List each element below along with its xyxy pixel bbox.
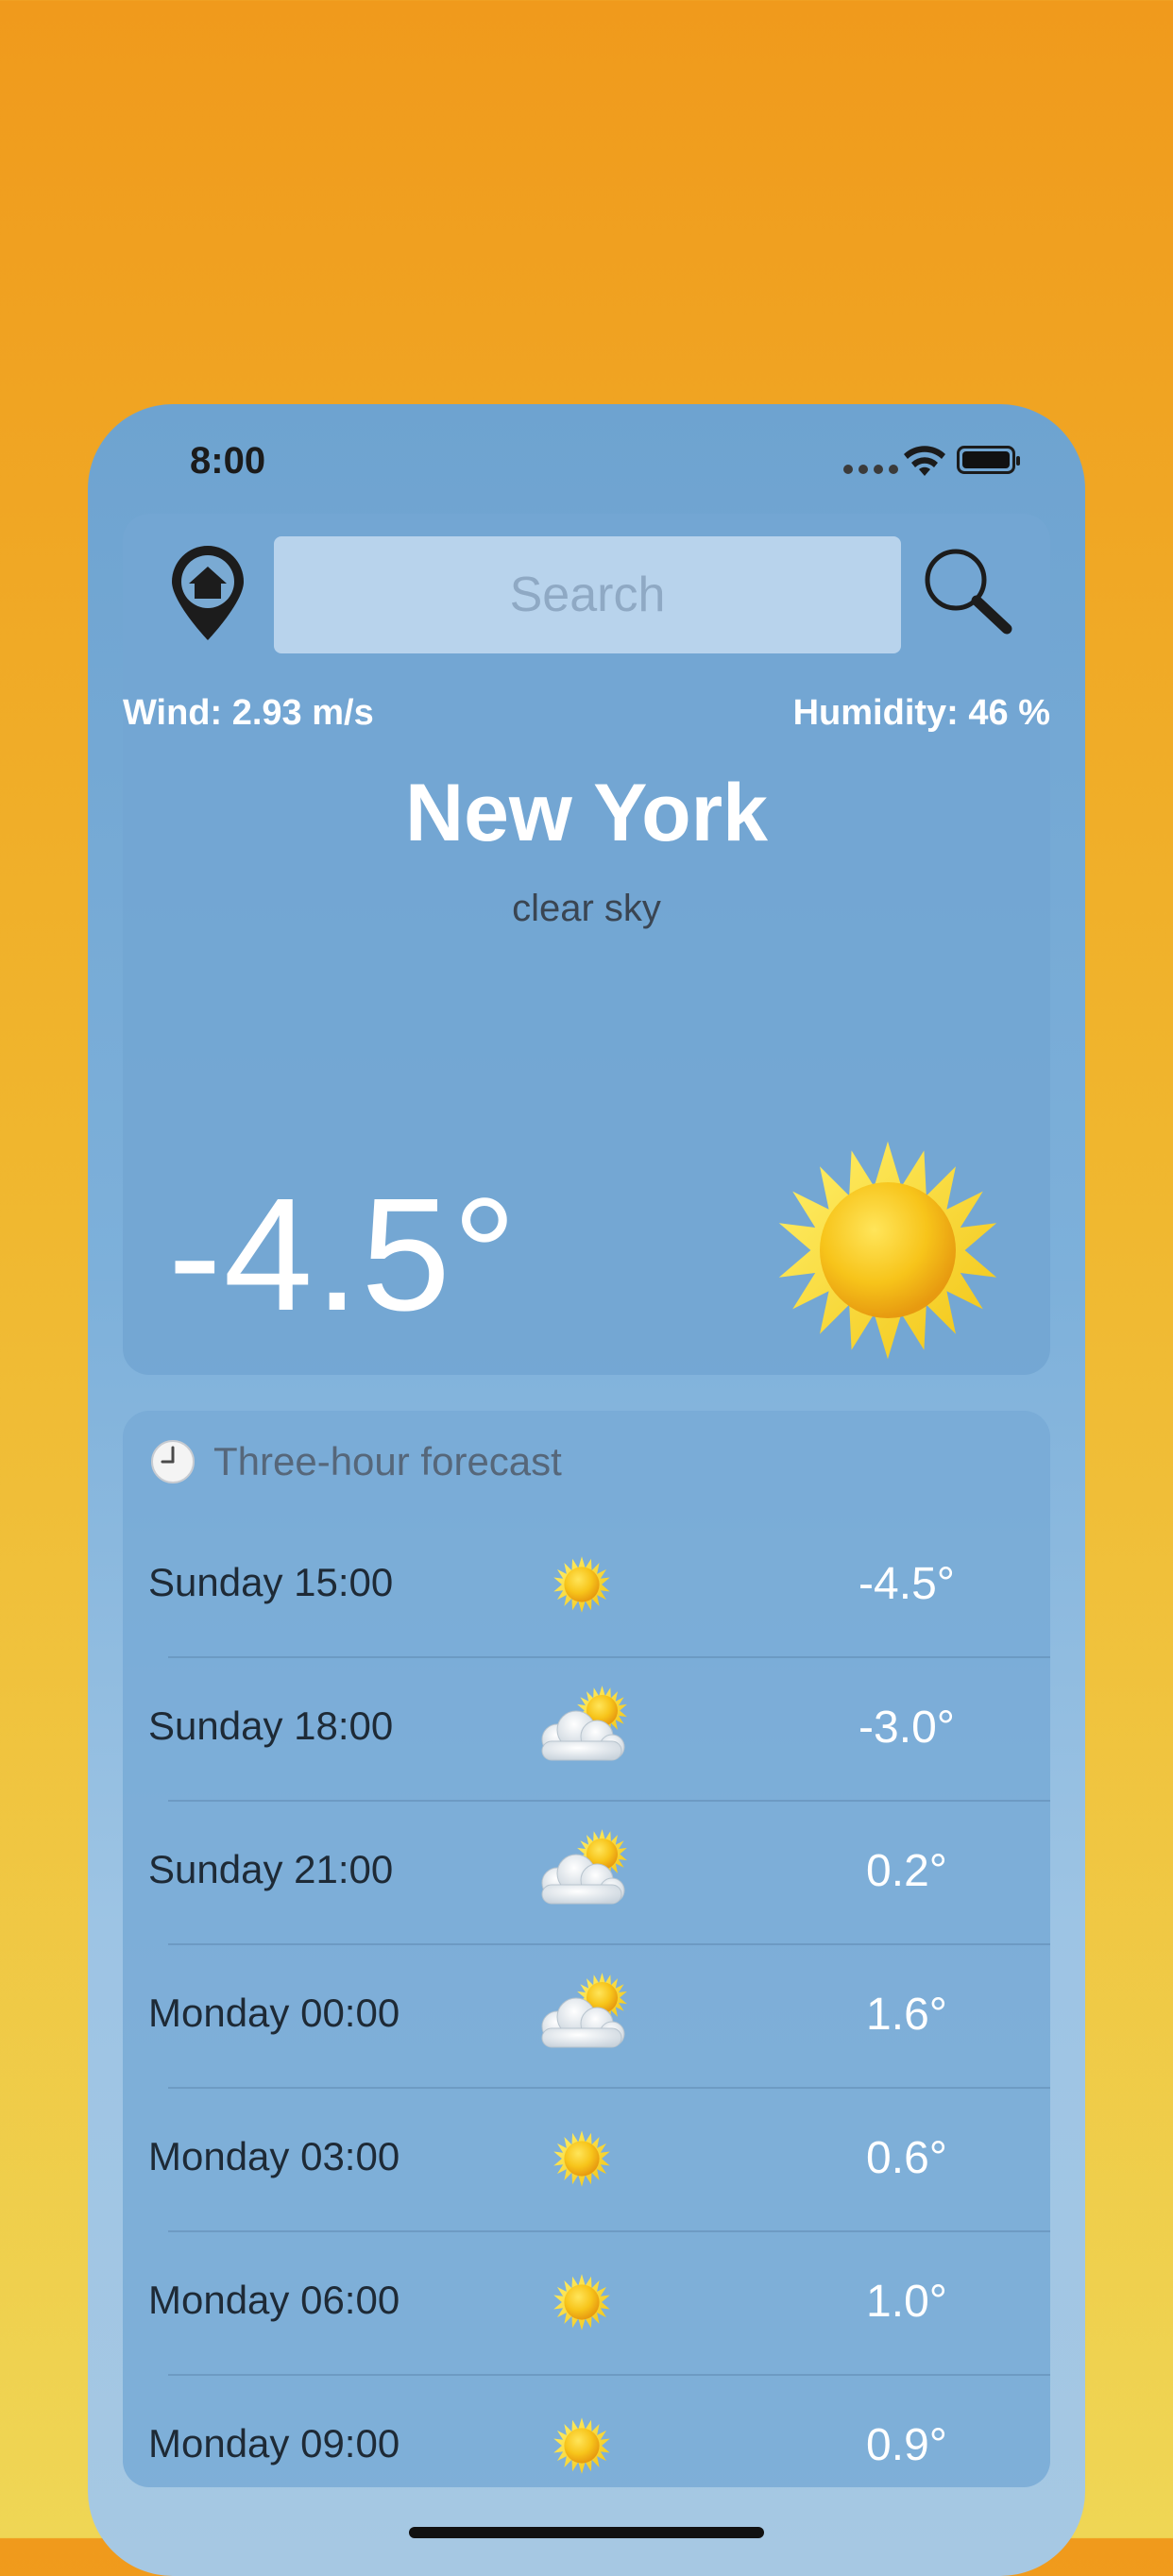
forecast-list: Sunday 15:00 -4.5° Sunday 18:00 -3.0° Su…	[123, 1515, 1050, 2487]
current-weather-card: Wind: 2.93 m/s Humidity: 46 % New York c…	[123, 514, 1050, 1375]
search-input[interactable]	[274, 536, 901, 653]
wind-speed: Wind: 2.93 m/s	[123, 693, 374, 733]
city-name: New York	[405, 768, 768, 858]
forecast-time: Sunday 21:00	[148, 1847, 394, 1891]
wifi-icon	[904, 446, 945, 476]
forecast-row: Sunday 21:00 0.2°	[123, 1802, 1050, 1945]
forecast-row: Monday 00:00 1.6°	[123, 1945, 1050, 2089]
forecast-row: Sunday 15:00 -4.5°	[123, 1515, 1050, 1658]
status-time: 8:00	[190, 440, 266, 482]
forecast-temperature: -3.0°	[858, 1703, 955, 1753]
partly-cloudy-icon	[529, 1972, 633, 2059]
home-indicator[interactable]	[409, 2527, 764, 2538]
partly-cloudy-icon	[529, 1685, 633, 1771]
forecast-row: Monday 06:00 1.0°	[123, 2232, 1050, 2376]
cellular-signal-icon	[843, 465, 898, 474]
sun-icon	[553, 2417, 610, 2474]
forecast-row: Monday 09:00 0.9°	[123, 2376, 1050, 2487]
forecast-time: Sunday 15:00	[148, 1560, 394, 1604]
forecast-row: Sunday 18:00 -3.0°	[123, 1658, 1050, 1802]
weather-description: clear sky	[512, 888, 661, 929]
forecast-temperature: 0.9°	[866, 2420, 947, 2470]
forecast-time: Monday 03:00	[148, 2134, 400, 2178]
forecast-title: Three-hour forecast	[213, 1439, 562, 1483]
phone-screen: 8:00 Wind: 2.93 m/s Humidity: 46 % New Y…	[88, 404, 1085, 2576]
search-icon[interactable]	[916, 540, 1020, 644]
sun-icon	[553, 2274, 610, 2330]
humidity: Humidity: 46 %	[792, 693, 1050, 733]
status-bar: 8:00	[88, 404, 1085, 508]
forecast-time: Monday 00:00	[148, 1991, 400, 2035]
forecast-temperature: 1.0°	[866, 2277, 947, 2327]
forecast-temperature: 0.6°	[866, 2133, 947, 2183]
home-location-icon[interactable]	[161, 542, 255, 646]
forecast-card: Three-hour forecast Sunday 15:00 -4.5° S…	[123, 1411, 1050, 2487]
sun-icon	[553, 2130, 610, 2187]
forecast-temperature: 0.2°	[866, 1846, 947, 1896]
forecast-temperature: 1.6°	[866, 1990, 947, 2040]
partly-cloudy-icon	[529, 1828, 633, 1915]
clock-icon	[151, 1440, 195, 1483]
current-temperature: -4.5°	[168, 1165, 518, 1345]
battery-icon	[957, 446, 1020, 474]
forecast-header: Three-hour forecast	[149, 1433, 562, 1490]
forecast-time: Monday 09:00	[148, 2421, 400, 2466]
sun-icon	[778, 1141, 997, 1360]
forecast-time: Sunday 18:00	[148, 1703, 394, 1748]
forecast-row: Monday 03:00 0.6°	[123, 2089, 1050, 2232]
forecast-time: Monday 06:00	[148, 2278, 400, 2322]
sun-icon	[553, 1556, 610, 1613]
forecast-temperature: -4.5°	[858, 1559, 955, 1609]
